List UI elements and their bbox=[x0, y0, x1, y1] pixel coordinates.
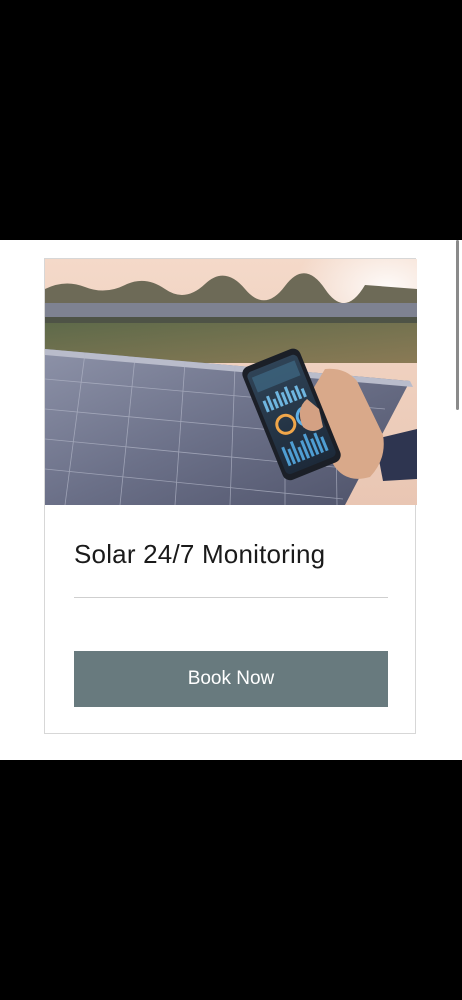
bottom-black-area bbox=[0, 760, 462, 1000]
service-image bbox=[45, 259, 417, 505]
service-card: Solar 24/7 Monitoring Book Now bbox=[44, 258, 417, 734]
scrollbar[interactable] bbox=[456, 240, 459, 410]
book-now-button[interactable]: Book Now bbox=[74, 651, 388, 707]
divider bbox=[74, 597, 388, 598]
service-title: Solar 24/7 Monitoring bbox=[74, 539, 326, 569]
top-black-area bbox=[0, 0, 462, 240]
